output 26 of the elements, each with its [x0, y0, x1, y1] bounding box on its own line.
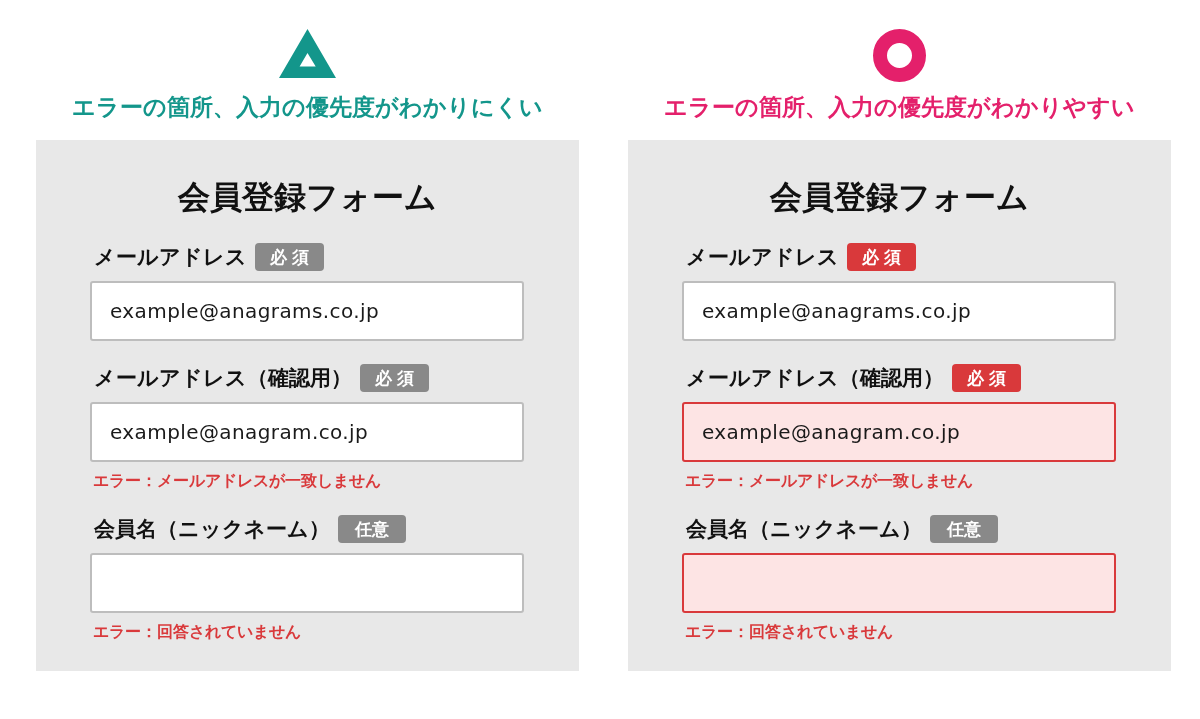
error-message: エラー：メールアドレスが一致しません — [684, 470, 974, 492]
input-field[interactable]: example@anagram.co.jp — [682, 402, 1116, 462]
field-label: 会員名（ニックネーム） — [94, 516, 330, 543]
error-message: エラー：回答されていません — [684, 621, 894, 643]
input-field[interactable]: example@anagram.co.jp — [90, 402, 524, 462]
field-label: メールアドレス — [686, 244, 839, 271]
input-field[interactable] — [90, 553, 524, 613]
optional-tag: 任意 — [338, 515, 406, 543]
field-label: 会員名（ニックネーム） — [686, 516, 922, 543]
required-tag: 必須 — [255, 243, 325, 271]
form-title: 会員登録フォーム — [768, 177, 1030, 217]
caption: エラーの箇所、入力の優先度がわかりやすい — [664, 93, 1135, 122]
input-field[interactable]: example@anagrams.co.jp — [90, 281, 524, 341]
required-tag: 必須 — [952, 364, 1022, 392]
optional-tag: 任意 — [930, 515, 998, 543]
caption: エラーの箇所、入力の優先度がわかりにくい — [72, 93, 543, 122]
field-label: メールアドレス（確認用） — [94, 365, 352, 392]
required-tag: 必須 — [360, 364, 430, 392]
input-field[interactable] — [682, 553, 1116, 613]
input-field[interactable]: example@anagrams.co.jp — [682, 281, 1116, 341]
field-label: メールアドレス（確認用） — [686, 365, 944, 392]
error-message: エラー：回答されていません — [92, 621, 302, 643]
error-message: エラー：メールアドレスが一致しません — [92, 470, 382, 492]
required-tag: 必須 — [847, 243, 917, 271]
field-label: メールアドレス — [94, 244, 247, 271]
form-title: 会員登録フォーム — [176, 177, 438, 217]
